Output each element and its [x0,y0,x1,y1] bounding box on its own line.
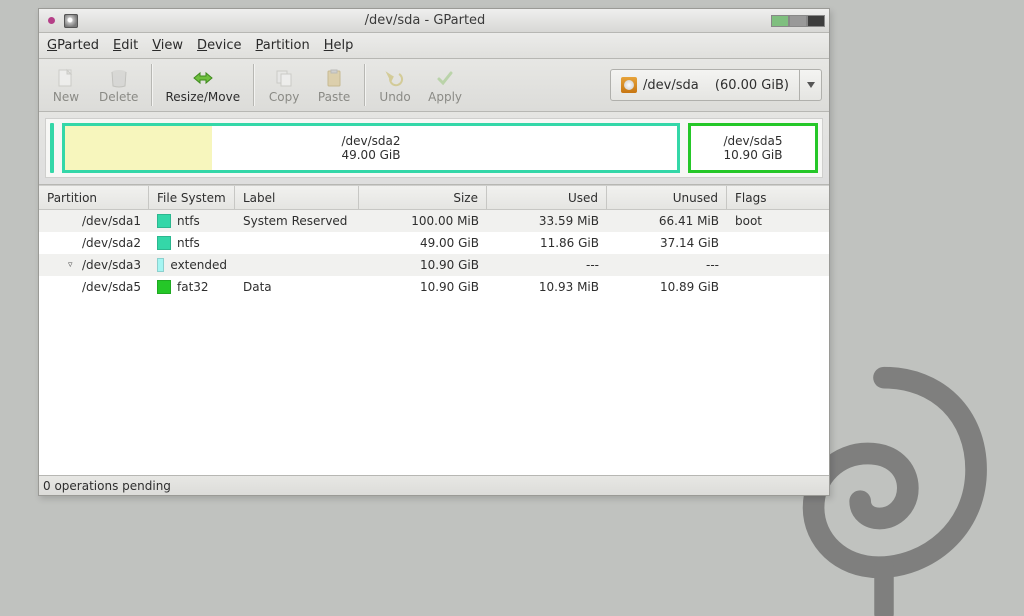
device-selector[interactable]: /dev/sda (60.00 GiB) [610,69,822,101]
fs-swatch [157,236,171,250]
menu-help[interactable]: Help [324,38,354,53]
fs-swatch [157,214,171,228]
paste-icon [323,67,345,89]
new-icon [55,67,77,89]
status-text: 0 operations pending [43,479,171,493]
partition-graph-sda2[interactable]: /dev/sda2 49.00 GiB [62,123,680,173]
menu-device[interactable]: Device [197,38,241,53]
menu-view[interactable]: View [152,38,183,53]
copy-button[interactable]: Copy [260,62,308,108]
table-row[interactable]: ▿/dev/sda3extended10.90 GiB------ [39,254,829,276]
status-bar: 0 operations pending [39,475,829,495]
menu-edit[interactable]: Edit [113,38,138,53]
new-button[interactable]: New [42,62,90,108]
window-menu-icon[interactable] [43,13,59,29]
disk-icon [621,77,637,93]
apply-button[interactable]: Apply [421,62,469,108]
col-filesystem[interactable]: File System [149,186,235,209]
menu-partition[interactable]: Partition [256,38,310,53]
table-row[interactable]: /dev/sda2ntfs49.00 GiB11.86 GiB37.14 GiB [39,232,829,254]
titlebar: /dev/sda - GParted [39,9,829,33]
delete-icon [108,67,130,89]
col-unused[interactable]: Unused [607,186,727,209]
toolbar: New Delete Resize/Move [39,59,829,112]
col-flags[interactable]: Flags [727,186,829,209]
maximize-button[interactable] [789,15,807,27]
delete-button[interactable]: Delete [92,62,145,108]
gparted-window: /dev/sda - GParted GParted Edit View Dev… [38,8,830,496]
col-size[interactable]: Size [359,186,487,209]
partition-graph-sda5[interactable]: /dev/sda5 10.90 GiB [688,123,818,173]
menubar: GParted Edit View Device Partition Help [39,33,829,59]
device-dropdown[interactable] [799,70,821,100]
app-icon [63,13,79,29]
partition-table: Partition File System Label Size Used Un… [39,185,829,475]
window-controls[interactable] [771,15,825,27]
table-row[interactable]: /dev/sda1ntfsSystem Reserved100.00 MiB33… [39,210,829,232]
copy-icon [273,67,295,89]
table-header: Partition File System Label Size Used Un… [39,186,829,210]
close-button[interactable] [807,15,825,27]
col-label[interactable]: Label [235,186,359,209]
undo-button[interactable]: Undo [371,62,419,108]
resize-icon [192,67,214,89]
chevron-down-icon [807,82,815,88]
undo-icon [384,67,406,89]
paste-button[interactable]: Paste [310,62,358,108]
fs-swatch [157,258,164,272]
minimize-button[interactable] [771,15,789,27]
device-capacity: (60.00 GiB) [715,78,789,93]
col-used[interactable]: Used [487,186,607,209]
device-path: /dev/sda [643,78,699,93]
partition-graph: /dev/sda2 49.00 GiB /dev/sda5 10.90 GiB [39,112,829,185]
partition-graph-sda1[interactable] [50,123,54,173]
window-title: /dev/sda - GParted [83,13,767,28]
table-row[interactable]: /dev/sda5fat32Data10.90 GiB10.93 MiB10.8… [39,276,829,298]
menu-gparted[interactable]: GParted [47,38,99,53]
fs-swatch [157,280,171,294]
col-partition[interactable]: Partition [39,186,149,209]
apply-icon [434,67,456,89]
resize-button[interactable]: Resize/Move [158,62,247,108]
